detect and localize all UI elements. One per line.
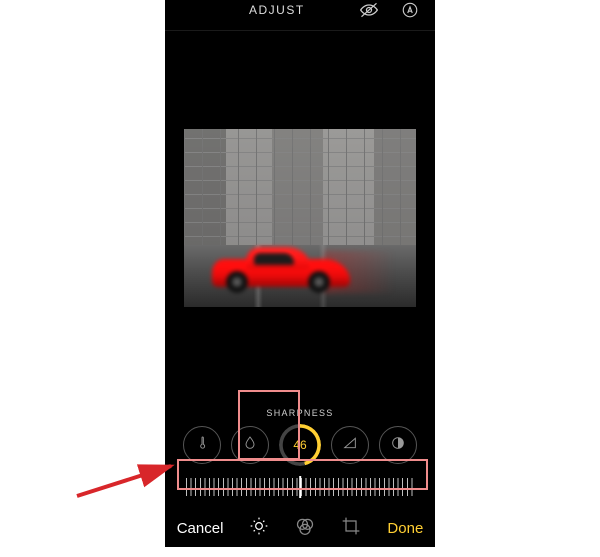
parameter-name-label: SHARPNESS	[266, 408, 333, 418]
header-mode-title: ADJUST	[249, 3, 305, 17]
adjust-controls: SHARPNESS 46	[165, 404, 435, 502]
definition-dial[interactable]	[331, 426, 369, 464]
editor-tabbar: Cancel Done	[165, 502, 435, 547]
visibility-off-icon[interactable]	[359, 0, 379, 20]
sharpness-dial[interactable]: 46	[279, 424, 321, 466]
triangle-icon	[342, 435, 358, 456]
photo-canvas[interactable]	[165, 31, 435, 404]
value-slider[interactable]	[183, 478, 417, 496]
edited-photo	[184, 129, 416, 307]
done-button[interactable]: Done	[387, 520, 437, 537]
tint-dial[interactable]	[231, 426, 269, 464]
vignette-dial[interactable]	[379, 426, 417, 464]
adjustment-dial-strip[interactable]: 46	[183, 424, 417, 466]
droplet-icon	[242, 435, 258, 456]
thermometer-icon	[194, 435, 210, 456]
adjust-sun-icon[interactable]	[249, 516, 269, 541]
slider-tick-scale	[186, 478, 414, 496]
auto-circle-icon[interactable]	[401, 1, 419, 19]
filters-icon[interactable]	[295, 516, 315, 541]
editor-header: ADJUST	[165, 0, 435, 31]
warmth-dial[interactable]	[183, 426, 221, 464]
cancel-button[interactable]: Cancel	[163, 520, 224, 537]
progress-ring	[279, 424, 321, 466]
half-circle-icon	[390, 435, 406, 456]
crop-icon[interactable]	[341, 516, 361, 541]
photo-editor-screen: ADJUST	[165, 0, 435, 547]
